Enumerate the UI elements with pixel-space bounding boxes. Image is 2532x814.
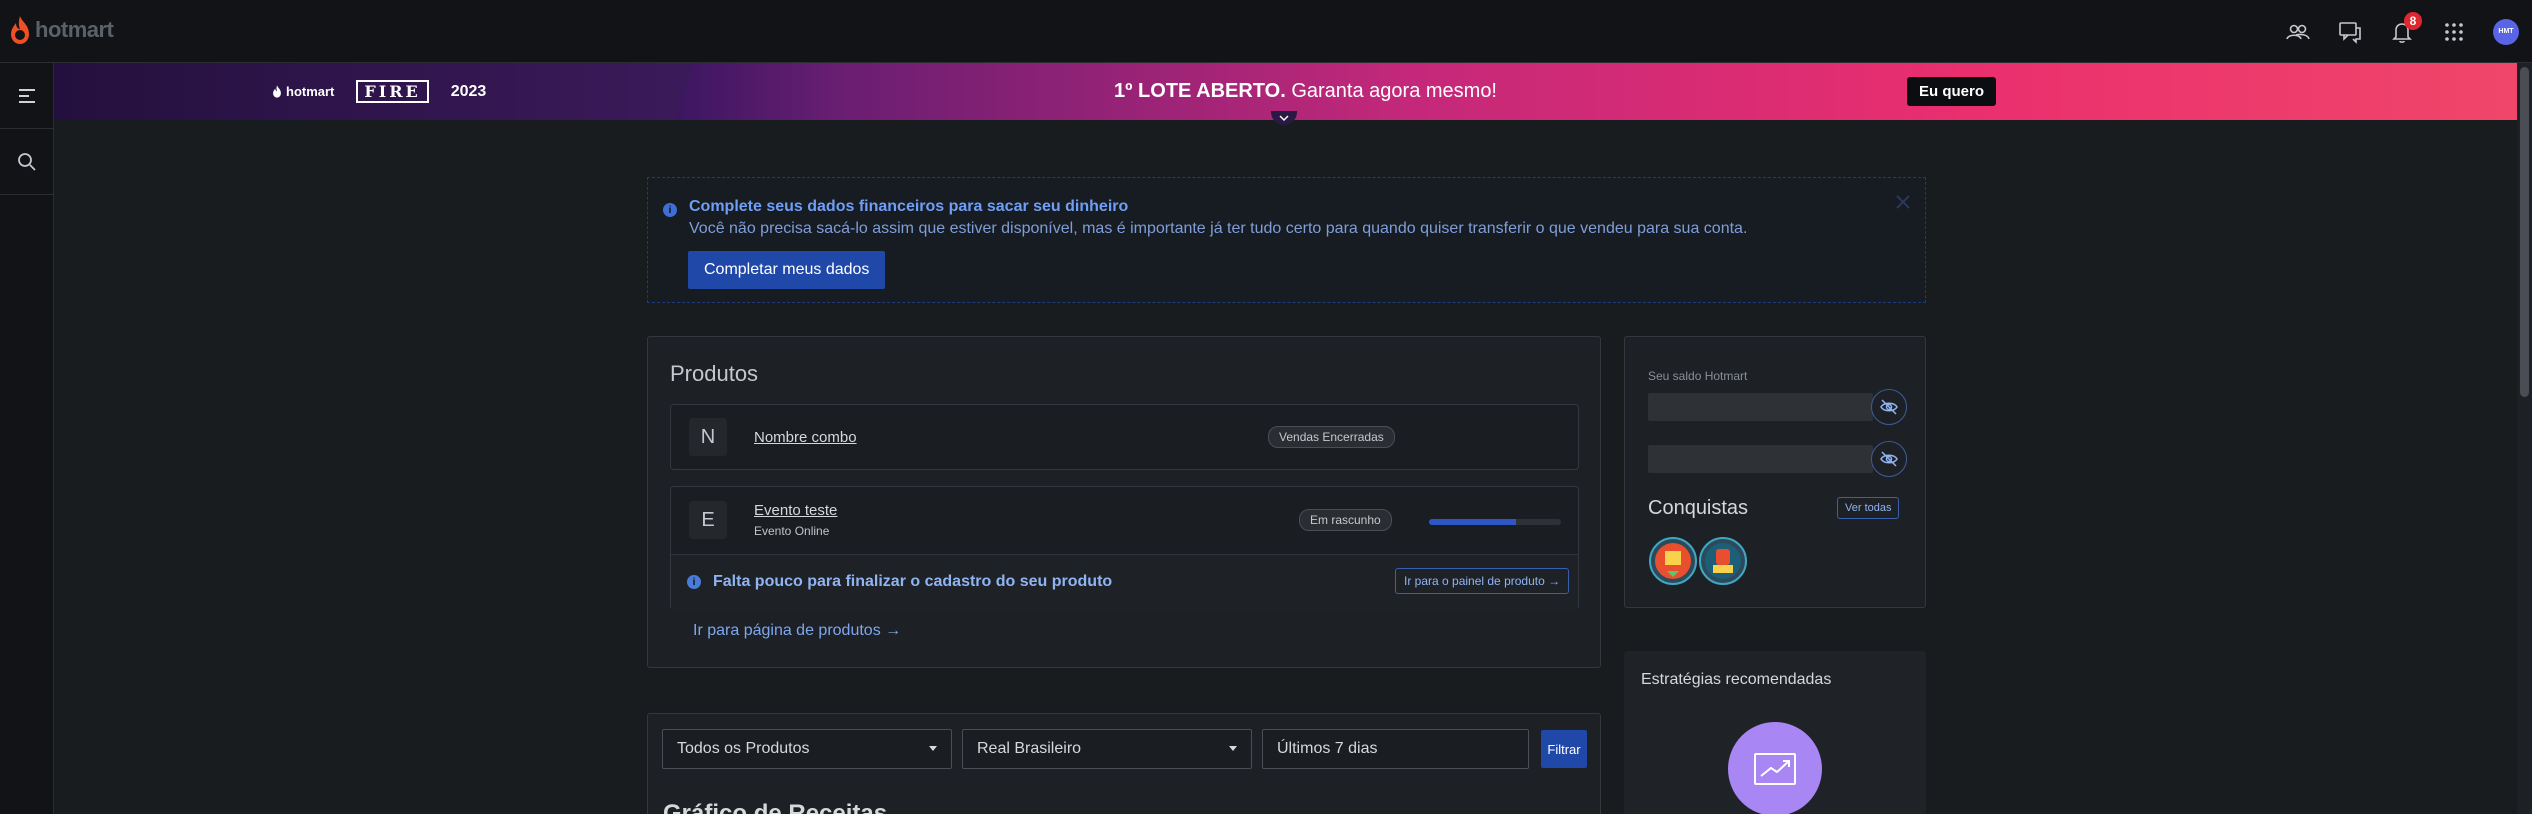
apps-button[interactable] (2428, 0, 2480, 63)
close-icon[interactable] (1893, 192, 1913, 212)
products-select[interactable]: Todos os Produtos (662, 729, 952, 769)
product-row[interactable]: E Evento teste Evento Online Em rascunho… (670, 486, 1579, 610)
flame-icon (273, 85, 281, 98)
users-icon (2286, 24, 2310, 39)
see-all-achievements-button[interactable]: Ver todas (1837, 497, 1900, 519)
info-icon: i (663, 203, 677, 217)
page-scrollbar[interactable] (2517, 63, 2532, 814)
brand-name: hotmart (35, 17, 114, 42)
status-badge: Vendas Encerradas (1268, 426, 1395, 448)
eye-off-icon (1880, 399, 1898, 415)
revenue-filters-card: Todos os Produtos Real Brasileiro Último… (647, 713, 1601, 814)
info-icon: i (687, 575, 701, 589)
pending-hidden-value (1648, 445, 1873, 473)
balance-card: Seu saldo Hotmart Conquistas Ver todas (1624, 336, 1926, 608)
product-row[interactable]: N Nombre combo Vendas Encerradas (670, 404, 1579, 470)
notifications-button[interactable]: 8 (2376, 0, 2428, 63)
menu-icon (19, 88, 35, 103)
achievements-title: Conquistas (1648, 497, 1749, 519)
top-navbar: hotmart 8 HMT (0, 0, 2532, 63)
products-card: Produtos N Nombre combo Vendas Encerrada… (647, 336, 1601, 668)
banner-headline: 1º LOTE ABERTO. Garanta agora mesmo! (1114, 80, 1497, 103)
hotmart-logo[interactable]: hotmart (9, 15, 114, 45)
period-input[interactable]: Últimos 7 dias (1262, 729, 1529, 769)
chevron-down-icon (1279, 114, 1289, 121)
alert-title: Complete seus dados financeiros para sac… (689, 198, 1129, 215)
search-icon (18, 152, 36, 171)
product-initial: E (689, 501, 727, 539)
complete-data-button[interactable]: Completar meus dados (688, 251, 886, 289)
product-name[interactable]: Nombre combo (754, 429, 857, 446)
banner-collapse-button[interactable] (1271, 111, 1297, 125)
chat-icon (2339, 21, 2361, 44)
notification-badge: 8 (2404, 12, 2422, 30)
banner-headline-rest: Garanta agora mesmo! (1285, 80, 1497, 102)
product-panel-link[interactable]: Ir para o painel de produto → (1395, 568, 1570, 594)
balance-hidden-value (1648, 393, 1873, 421)
community-button[interactable] (2272, 0, 2324, 63)
fire-event-logo: FIRE (356, 80, 429, 103)
products-title: Produtos (670, 361, 759, 386)
financial-data-alert: i Complete seus dados financeiros para s… (647, 177, 1926, 303)
event-year: 2023 (450, 82, 487, 100)
caret-down-icon (929, 746, 937, 751)
achievement-medal-icon[interactable] (1649, 537, 1697, 585)
scrollbar-thumb[interactable] (2520, 67, 2529, 397)
alert-text: Você não precisa sacá-lo assim que estiv… (689, 220, 1748, 237)
eye-off-icon (1880, 451, 1898, 467)
trending-up-icon (1728, 722, 1822, 814)
filter-button[interactable]: Filtrar (1541, 730, 1587, 768)
sidebar-search-button[interactable] (0, 129, 54, 195)
product-type: Evento Online (754, 524, 830, 538)
avatar: HMT (2493, 18, 2519, 45)
product-warning: i Falta pouco para finalizar o cadastro … (671, 554, 1578, 610)
grid-icon (2445, 22, 2463, 41)
revenue-chart-title: Gráfico de Receitas (663, 800, 888, 814)
products-page-link[interactable]: Ir para página de produtos → (693, 622, 901, 640)
menu-toggle-button[interactable] (0, 63, 54, 129)
status-badge: Em rascunho (1299, 509, 1392, 531)
banner-cta-button[interactable]: Eu quero (1907, 77, 1997, 106)
profile-button[interactable]: HMT (2480, 0, 2532, 63)
toggle-pending-visibility[interactable] (1871, 441, 1907, 477)
arrow-right-icon: → (1548, 574, 1561, 588)
left-sidebar (0, 63, 54, 814)
balance-label: Seu saldo Hotmart (1648, 369, 1748, 383)
banner-hotmart-logo: hotmart (272, 84, 334, 99)
product-progress-bar (1429, 519, 1561, 525)
messages-button[interactable] (2324, 0, 2376, 63)
achievement-medal-icon[interactable] (1699, 537, 1747, 585)
product-initial: N (689, 418, 727, 456)
flame-icon (11, 16, 29, 44)
currency-select[interactable]: Real Brasileiro (962, 729, 1252, 769)
banner-brand: hotmart FIRE 2023 (272, 80, 486, 103)
warning-text: Falta pouco para finalizar o cadastro do… (713, 573, 1113, 590)
caret-down-icon (1229, 746, 1237, 751)
product-name[interactable]: Evento teste (754, 502, 837, 519)
strategies-title: Estratégias recomendadas (1641, 671, 1832, 688)
arrow-right-icon: → (885, 622, 902, 639)
banner-headline-bold: 1º LOTE ABERTO. (1114, 80, 1286, 102)
progress-fill (1429, 519, 1517, 525)
toggle-balance-visibility[interactable] (1871, 389, 1907, 425)
recommended-strategies-card: Estratégias recomendadas (1624, 651, 1926, 814)
